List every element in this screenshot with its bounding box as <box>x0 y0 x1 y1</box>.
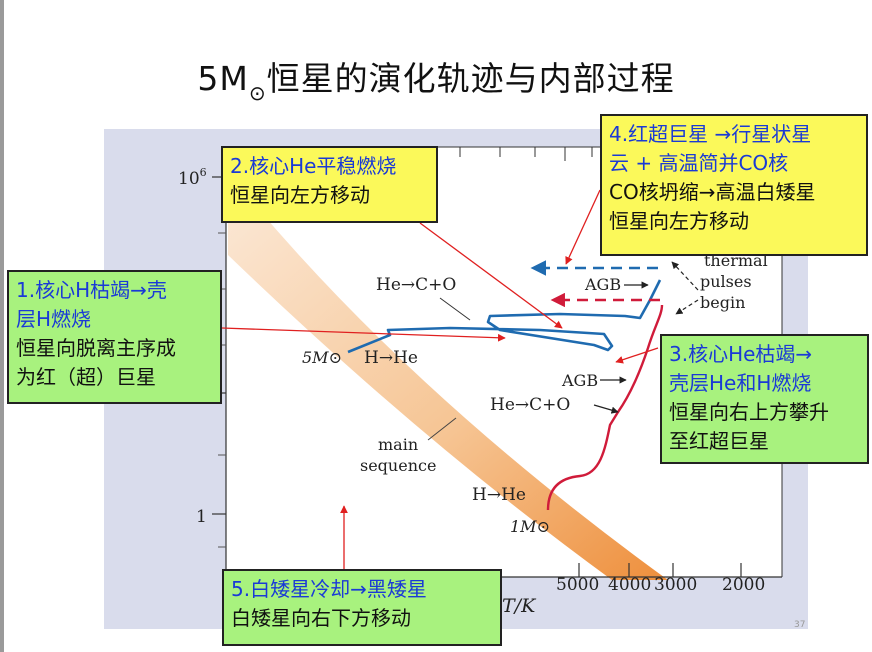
he-co-upper-pointer <box>439 297 471 321</box>
main-sequence-band <box>228 205 668 580</box>
y-tick-label-1: 1 <box>196 507 207 527</box>
x-tick-label-2000: 2000 <box>722 575 765 595</box>
x-tick-label-5000: 5000 <box>556 575 599 595</box>
label-he-co-upper: He→C+O <box>376 275 456 295</box>
x-tick-label-3000: 3000 <box>654 575 697 595</box>
callout-5-head-line1: 5.白矮星冷却→黑矮星 <box>231 577 427 601</box>
callout-2-body-line1: 恒星向左方移动 <box>230 183 370 207</box>
callout-box-3: 3.核心He枯竭→ 壳层He和H燃烧 恒星向右上方攀升 至红超巨星 <box>660 334 869 464</box>
connector-box3 <box>615 347 659 364</box>
page-number: 37 <box>794 620 806 630</box>
label-agb-upper: AGB <box>584 275 621 294</box>
connector-box4 <box>565 189 601 265</box>
callout-1-body-line2: 为红（超）巨星 <box>16 365 156 389</box>
callout-1-head-line2: 层H燃烧 <box>16 307 92 331</box>
label-pulses: pulses <box>700 272 752 291</box>
thermal-pulse-arrow <box>671 261 699 291</box>
label-5msun: 5M⊙ <box>302 348 342 367</box>
he-co-lower-arrow <box>593 404 619 414</box>
callout-4-body-line2: 恒星向左方移动 <box>609 209 749 233</box>
callout-4-head-line1: 4.红超巨星 →行星状星 <box>609 122 812 146</box>
callout-box-2: 2.核心He平稳燃烧 恒星向左方移动 <box>221 146 438 223</box>
begin-arrow <box>675 299 699 315</box>
label-h-he-lower: H→He <box>472 485 526 505</box>
main-sequence-label-line2: sequence <box>360 456 436 475</box>
main-sequence-label-line1: main <box>378 435 418 454</box>
callout-4-head-line2: 云 + 高温简并CO核 <box>609 151 789 175</box>
y-tick-label-1e6: 106 <box>178 166 207 189</box>
callout-4-body-line1: CO核坍缩→高温白矮星 <box>609 180 816 204</box>
label-agb-lower: AGB <box>561 371 598 390</box>
callout-2-head-line1: 2.核心He平稳燃烧 <box>230 154 397 178</box>
callout-3-head-line1: 3.核心He枯竭→ <box>669 342 813 366</box>
callout-3-body-line1: 恒星向右上方攀升 <box>669 400 829 424</box>
callout-box-4: 4.红超巨星 →行星状星 云 + 高温简并CO核 CO核坍缩→高温白矮星 恒星向… <box>600 114 868 256</box>
callout-box-5: 5.白矮星冷却→黑矮星 白矮星向右下方移动 <box>222 569 502 646</box>
x-tick-label-4000: 4000 <box>608 575 651 595</box>
callout-1-body-line1: 恒星向脱离主序成 <box>16 336 176 360</box>
label-1msun: 1M⊙ <box>510 517 550 536</box>
label-begin: begin <box>700 293 745 312</box>
label-he-co-lower: He→C+O <box>490 395 570 415</box>
callout-1-head-line1: 1.核心H枯竭→壳 <box>16 278 167 302</box>
x-axis-label: T/K <box>502 595 537 617</box>
callout-5-body-line1: 白矮星向右下方移动 <box>231 606 411 630</box>
callout-box-1: 1.核心H枯竭→壳 层H燃烧 恒星向脱离主序成 为红（超）巨星 <box>7 270 222 404</box>
callout-3-head-line2: 壳层He和H燃烧 <box>669 371 812 395</box>
label-h-he-upper: H→He <box>364 348 418 368</box>
callout-3-body-line2: 至红超巨星 <box>669 429 769 453</box>
